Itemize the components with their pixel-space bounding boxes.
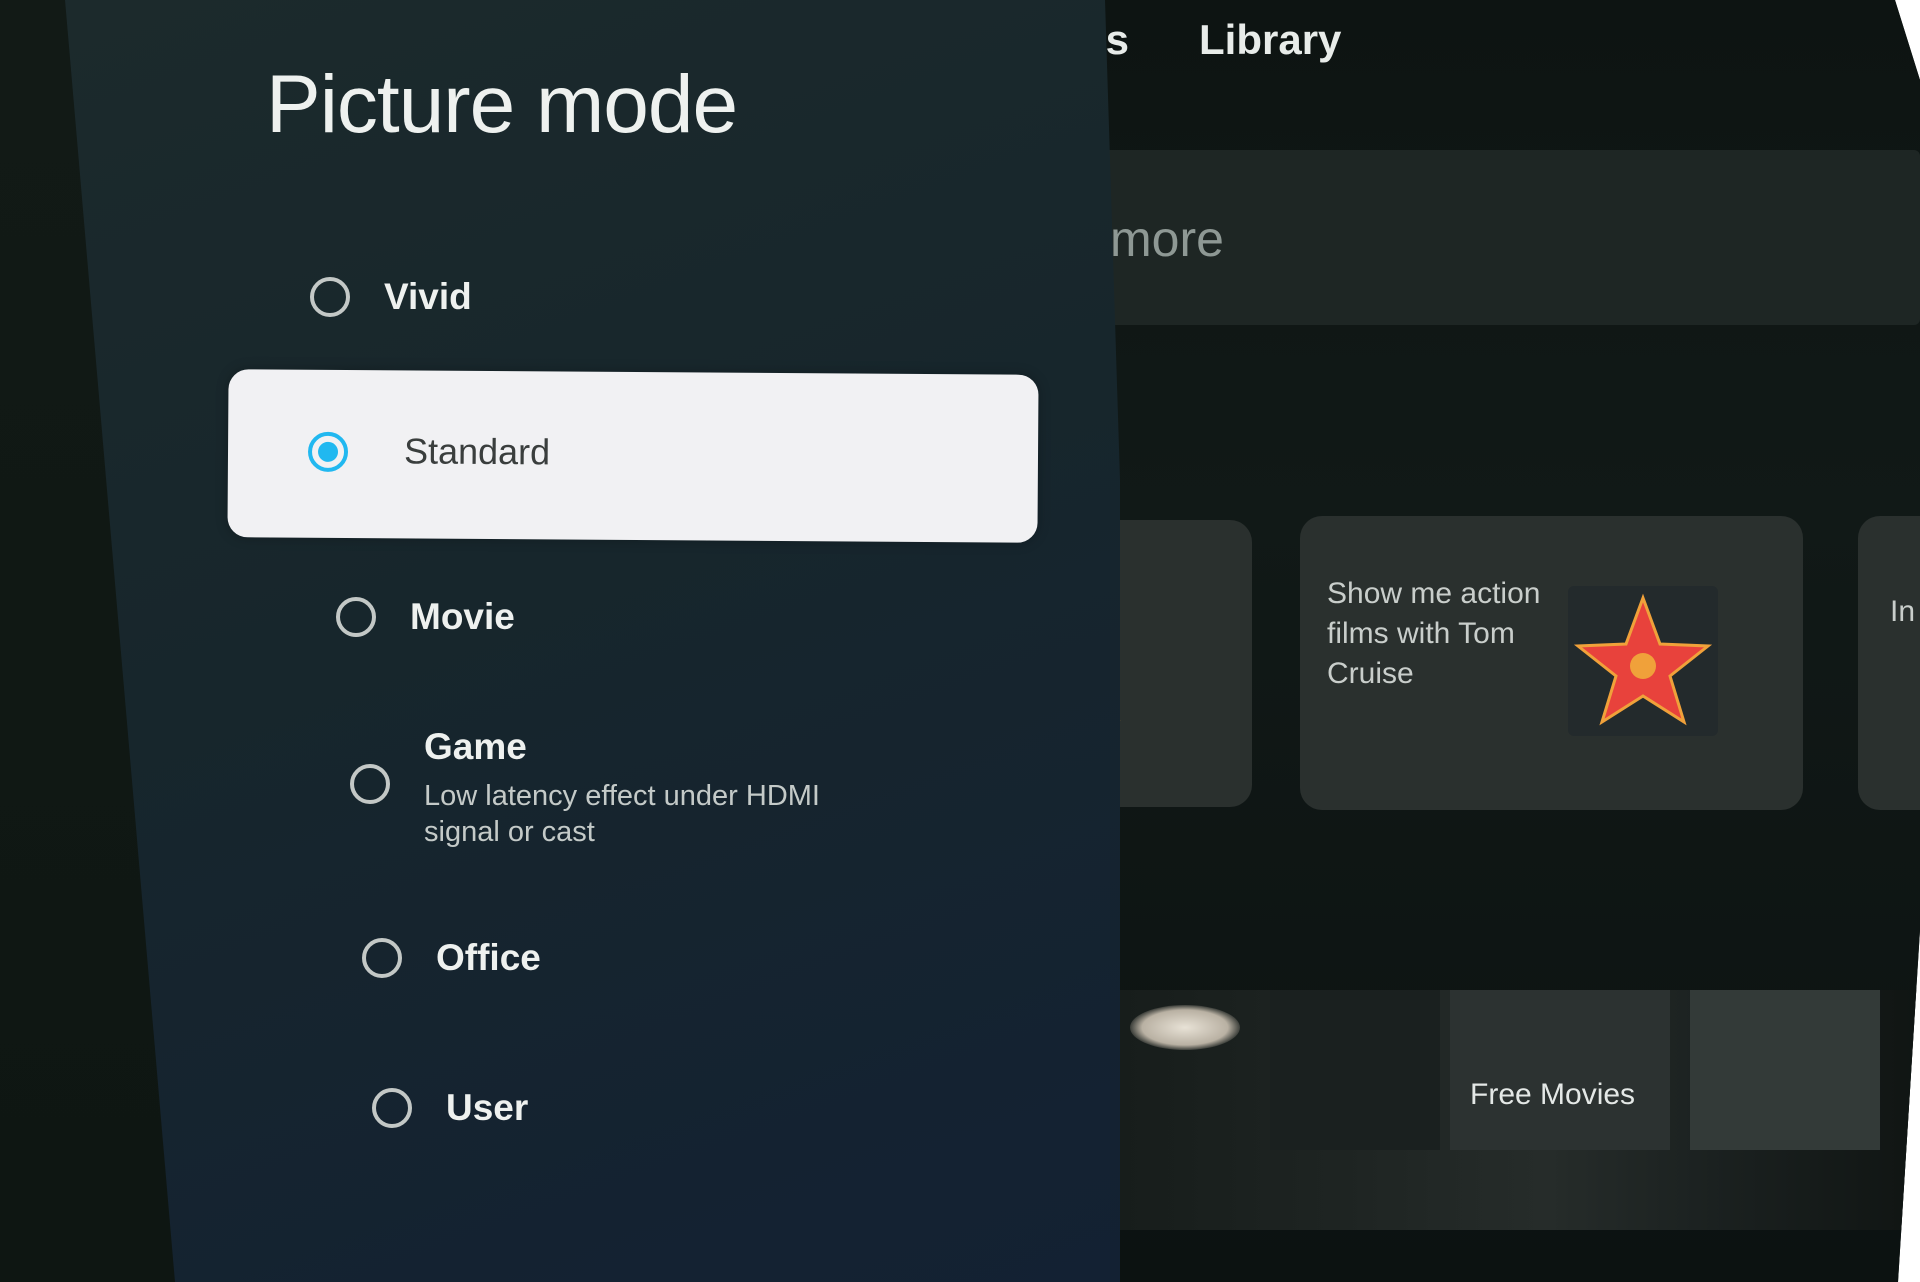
option-label: Movie (410, 596, 515, 637)
option-office[interactable]: Office (362, 937, 541, 979)
option-description: Low latency effect under HDMI signal or … (424, 780, 820, 848)
tv-screen: ps Library more Show me action films wit… (0, 0, 1920, 1282)
option-game-texts: Game Low latency effect under HDMI signa… (424, 726, 844, 850)
option-label: Vivid (384, 276, 472, 317)
option-label: User (446, 1087, 529, 1128)
free-movies-label: Free Movies (1470, 1078, 1636, 1111)
movie-thumbnail-right (1690, 990, 1880, 1150)
radio-checked-icon[interactable] (307, 431, 349, 473)
option-game[interactable]: Game Low latency effect under HDMI signa… (350, 726, 844, 850)
suggestion-card-partial[interactable]: In we re (1858, 516, 1920, 810)
free-movies-row[interactable]: Free Movies (1090, 990, 1920, 1230)
nav-tab-library[interactable]: Library (1199, 16, 1341, 64)
suggestion-card-partial-text: In we re (1890, 595, 1920, 628)
suggestion-card-text: Show me action films with Tom Cruise (1327, 577, 1541, 690)
radio-unchecked-icon[interactable] (362, 938, 402, 978)
top-navigation: ps Library (1080, 0, 1341, 80)
option-vivid[interactable]: Vivid (310, 276, 472, 318)
radio-unchecked-icon[interactable] (372, 1088, 412, 1128)
movie-thumbnail-center (1450, 990, 1670, 1150)
option-movie[interactable]: Movie (336, 596, 515, 638)
radio-unchecked-icon[interactable] (310, 277, 350, 317)
radio-unchecked-icon[interactable] (350, 764, 390, 804)
movie-thumbnail-lamp (1130, 1005, 1240, 1050)
radio-dot (317, 441, 339, 462)
page-title: Picture mode (266, 59, 738, 150)
star-icon (1573, 593, 1713, 726)
star-tile (1568, 586, 1718, 736)
option-user[interactable]: User (372, 1087, 528, 1129)
movie-thumbnail-left (1270, 990, 1440, 1150)
search-suggestion-bar[interactable]: more (1090, 150, 1920, 325)
option-standard[interactable]: Standard (227, 369, 1039, 543)
suggestion-card-tom-cruise[interactable]: Show me action films with Tom Cruise (1300, 516, 1803, 810)
option-label: Standard (403, 430, 551, 473)
radio-unchecked-icon[interactable] (336, 597, 376, 637)
picture-mode-panel (65, 0, 1120, 1282)
search-hint-text: more (1110, 211, 1224, 267)
option-label: Office (436, 937, 541, 978)
option-label: Game (424, 726, 527, 767)
